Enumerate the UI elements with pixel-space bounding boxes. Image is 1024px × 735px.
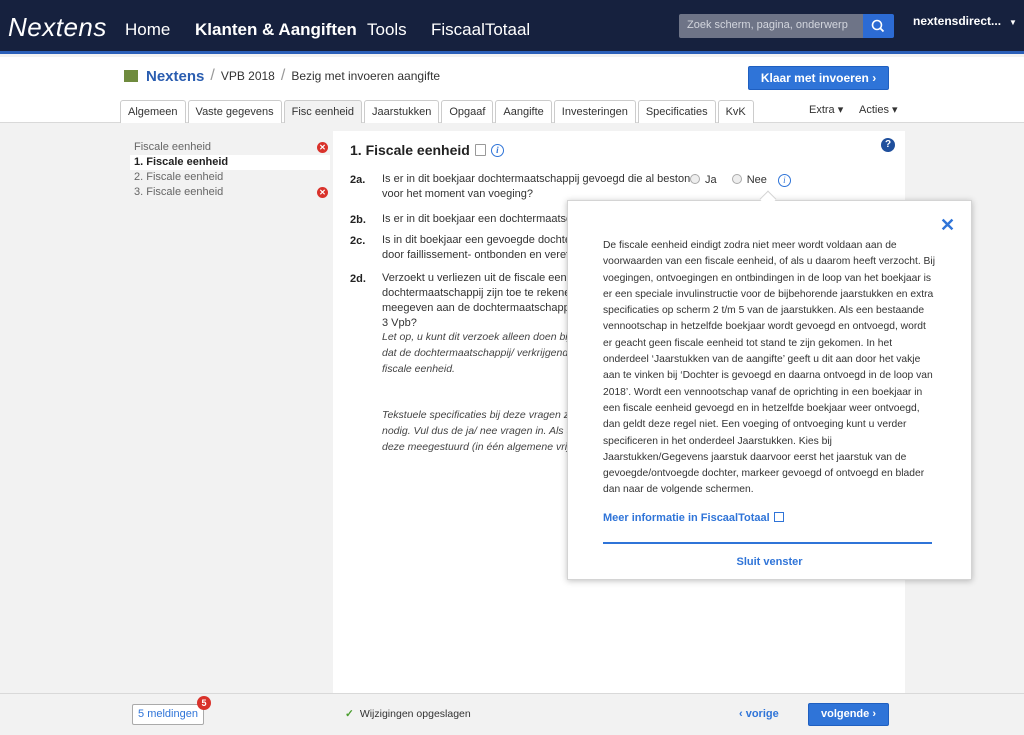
tab-aangifte[interactable]: Aangifte (495, 100, 552, 123)
user-menu[interactable]: nextensdirect... ▼ (913, 14, 1017, 28)
question-number: 2d. (350, 273, 366, 285)
info-icon[interactable]: i (777, 174, 791, 187)
question-note: Let op, u kunt dit verzoek alleen doen b… (382, 329, 586, 377)
breadcrumb-separator: / (280, 67, 286, 84)
previous-button[interactable]: ‹ vorige (739, 708, 779, 720)
popover-text: De fiscale eenheid eindigt zodra niet me… (603, 240, 935, 496)
top-navbar: Nextens Home Klanten & Aangiften Tools F… (0, 0, 1024, 54)
info-popover: ✕ De fiscale eenheid eindigt zodra niet … (567, 200, 972, 580)
next-button[interactable]: volgende › (808, 703, 889, 726)
fiscaaltotaal-link[interactable]: Meer informatie in FiscaalTotaal (603, 512, 784, 524)
sidebar-item-1[interactable]: 1. Fiscale eenheid (130, 155, 330, 170)
note-line: Let op, u kunt dit verzoek alleen doen b… (382, 331, 585, 343)
question-text: Is er in dit boekjaar dochtermaatschappi… (382, 172, 696, 202)
radio-nee-label: Nee (746, 174, 767, 186)
user-name: nextensdirect... (913, 14, 1002, 28)
question-line: Verzoekt u verliezen uit de fiscale eenh… (382, 272, 597, 284)
check-icon: ✓ (345, 708, 354, 720)
tab-jaarstukken[interactable]: Jaarstukken (364, 100, 440, 123)
question-note: Tekstuele specificaties bij deze vragen … (382, 407, 583, 455)
question-text: Is er in dit boekjaar een dochtermaatsch… (382, 213, 597, 225)
tab-bar: Algemeen Vaste gegevens Fisc eenheid Jaa… (120, 100, 756, 123)
search-icon (871, 19, 885, 33)
brand-logo[interactable]: Nextens (8, 12, 107, 43)
breadcrumb-vpb[interactable]: VPB 2018 (221, 69, 275, 83)
radio-ja[interactable] (690, 174, 700, 184)
sidebar-item-3[interactable]: 3. Fiscale eenheid ✕ (130, 185, 330, 200)
tab-investeringen[interactable]: Investeringen (553, 100, 636, 123)
external-link-icon (773, 512, 784, 522)
question-line: meegeven aan de dochtermaatschappij, in (382, 302, 590, 314)
note-line: deze meegestuurd (in één algemene vrije … (382, 441, 584, 453)
question-number: 2c. (350, 235, 366, 247)
radio-ja-label: Ja (705, 174, 717, 186)
breadcrumb-home[interactable]: Nextens (146, 68, 204, 85)
note-line: nodig. Vul dus de ja/ nee vragen in. Als… (382, 425, 582, 437)
save-status: ✓ Wijzigingen opgeslagen (345, 708, 471, 720)
done-entering-button[interactable]: Klaar met invoeren › (748, 66, 889, 90)
question-text: Verzoekt u verliezen uit de fiscale eenh… (382, 271, 597, 331)
acties-menu[interactable]: Acties ▾ (859, 103, 898, 116)
breadcrumb: Nextens / VPB 2018 / Bezig met invoeren … (124, 67, 440, 85)
tab-algemeen[interactable]: Algemeen (120, 100, 186, 123)
note-icon[interactable] (474, 144, 486, 156)
tab-fisc-eenheid[interactable]: Fisc eenheid (283, 100, 362, 123)
sidebar-item-label: 2. Fiscale eenheid (134, 171, 224, 183)
link-label: Meer informatie in FiscaalTotaal (603, 512, 770, 524)
notifications-button[interactable]: 5 meldingen (132, 704, 204, 725)
nav-fiscaaltotaal[interactable]: FiscaalTotaal (431, 20, 530, 40)
note-line: Tekstuele specificaties bij deze vragen … (382, 409, 580, 421)
extra-menu[interactable]: Extra ▾ (809, 103, 843, 116)
info-icon[interactable]: i (490, 143, 504, 157)
radio-nee[interactable] (731, 174, 742, 184)
note-line: dat de dochtermaatschappij/ verkrijgende… (382, 347, 587, 359)
question-number: 2a. (350, 174, 366, 186)
nav-klanten-aangiften[interactable]: Klanten & Aangiften (195, 20, 357, 40)
question-line: Is er in dit boekjaar dochtermaatschappi… (382, 173, 697, 185)
sidebar-item-label: 1. Fiscale eenheid (134, 156, 229, 168)
notification-count-badge: 5 (197, 696, 211, 710)
note-line: fiscale eenheid. (382, 363, 455, 375)
tab-vaste-gegevens[interactable]: Vaste gegevens (187, 100, 282, 123)
sidebar-item-label: 3. Fiscale eenheid (134, 186, 224, 198)
page-header: Nextens / VPB 2018 / Bezig met invoeren … (0, 57, 1024, 123)
page-title: 1. Fiscale eenheid i (350, 142, 504, 158)
radio-group: Ja Nee i (690, 174, 791, 187)
tab-specificaties[interactable]: Specificaties (637, 100, 716, 123)
page-title-text: 1. Fiscale eenheid (350, 142, 470, 158)
search-input[interactable]: Zoek scherm, pagina, onderwerp (679, 14, 863, 38)
breadcrumb-status: Bezig met invoeren aangifte (291, 69, 441, 83)
sidebar: Fiscale eenheid ✕ 1. Fiscale eenheid 2. F… (130, 140, 330, 200)
help-icon: ? (881, 138, 895, 152)
tab-kvk[interactable]: KvK (717, 100, 754, 123)
sidebar-item-2[interactable]: 2. Fiscale eenheid (130, 170, 330, 185)
sidebar-item-label: Fiscale eenheid (134, 141, 212, 153)
question-number: 2b. (350, 214, 366, 226)
save-status-text: Wijzigingen opgeslagen (359, 708, 471, 720)
tab-opgaaf[interactable]: Opgaaf (441, 100, 494, 123)
help-button[interactable]: ? (873, 131, 905, 159)
close-window-button[interactable]: Sluit venster (568, 556, 971, 568)
nav-home[interactable]: Home (125, 20, 170, 40)
building-icon (124, 70, 138, 82)
divider (603, 542, 932, 544)
close-icon[interactable]: ✕ (940, 215, 955, 236)
search-button[interactable] (863, 14, 894, 38)
breadcrumb-separator: / (210, 67, 215, 84)
question-line: dochtermaatschappij zijn toe te rekenen,… (382, 287, 595, 299)
chevron-down-icon: ▼ (1009, 18, 1017, 27)
nav-tools[interactable]: Tools (367, 20, 407, 40)
footer-bar: 5 meldingen 5 ✓ Wijzigingen opgeslagen ‹ … (0, 693, 1024, 735)
error-icon: ✕ (317, 142, 328, 153)
sidebar-item-fiscale-eenheid[interactable]: Fiscale eenheid ✕ (130, 140, 330, 155)
error-icon: ✕ (317, 187, 328, 198)
